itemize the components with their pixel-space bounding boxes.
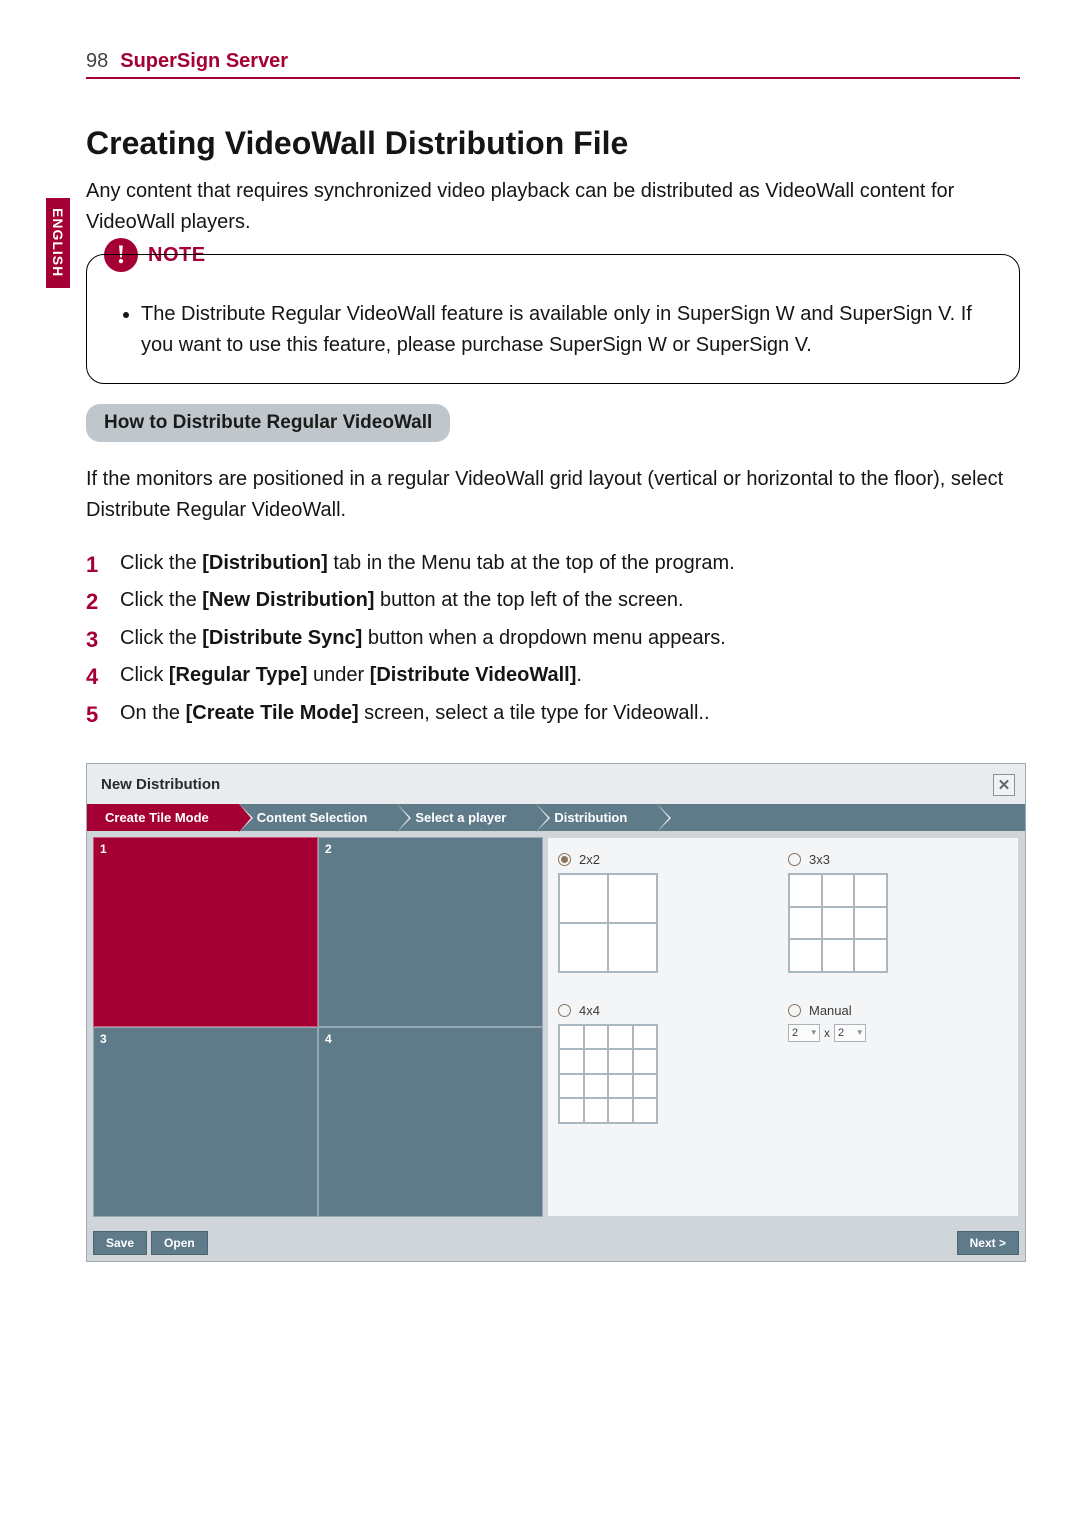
step-number: 4	[86, 658, 106, 695]
tile-preview-cell-4[interactable]: 4	[318, 1027, 543, 1217]
radio-manual[interactable]	[788, 1004, 801, 1017]
grid-thumb-2x2	[558, 873, 658, 973]
save-button[interactable]: Save	[93, 1231, 147, 1255]
procedure-steps: 1 Click the [Distribution] tab in the Me…	[86, 546, 1020, 733]
option-manual: Manual 2▾ x 2▾	[788, 1003, 1008, 1124]
step-text: Click the [Distribution] tab in the Menu…	[120, 546, 735, 583]
tile-preview-cell-1[interactable]: 1	[93, 837, 318, 1027]
step-3: 3 Click the [Distribute Sync] button whe…	[86, 621, 1020, 658]
wizard-step-distribution[interactable]: Distribution	[536, 804, 657, 831]
step-number: 5	[86, 696, 106, 733]
step-number: 2	[86, 583, 106, 620]
wizard-step-select-player[interactable]: Select a player	[397, 804, 536, 831]
language-side-tab: ENGLISH	[46, 198, 70, 288]
option-3x3: 3x3	[788, 852, 1008, 973]
step-number: 1	[86, 546, 106, 583]
step-text: Click the [Distribute Sync] button when …	[120, 621, 726, 658]
step-4: 4 Click [Regular Type] under [Distribute…	[86, 658, 1020, 695]
step-text: On the [Create Tile Mode] screen, select…	[120, 696, 710, 733]
dialog-title: New Distribution	[101, 776, 220, 793]
step-number: 3	[86, 621, 106, 658]
tile-type-options: 2x2 3x3 4x4	[547, 837, 1019, 1217]
running-header: 98 SuperSign Server	[86, 50, 1020, 79]
radio-2x2-label: 2x2	[579, 852, 600, 867]
grid-thumb-4x4	[558, 1024, 658, 1124]
subsection-description: If the monitors are positioned in a regu…	[86, 464, 1020, 526]
open-button[interactable]: Open	[151, 1231, 208, 1255]
radio-3x3-label: 3x3	[809, 852, 830, 867]
option-2x2: 2x2	[558, 852, 778, 973]
subsection-pill: How to Distribute Regular VideoWall	[86, 404, 450, 442]
intro-paragraph: Any content that requires synchronized v…	[86, 176, 1020, 238]
radio-2x2[interactable]	[558, 853, 571, 866]
wizard-steps: Create Tile Mode Content Selection Selec…	[87, 804, 1025, 831]
manual-x-label: x	[824, 1026, 830, 1040]
wizard-step-create-tile-mode[interactable]: Create Tile Mode	[87, 804, 239, 831]
document-page: 98 SuperSign Server Creating VideoWall D…	[0, 0, 1080, 1262]
new-distribution-dialog: New Distribution ✕ Create Tile Mode Cont…	[86, 763, 1026, 1262]
next-button[interactable]: Next >	[957, 1231, 1019, 1255]
radio-4x4[interactable]	[558, 1004, 571, 1017]
radio-3x3[interactable]	[788, 853, 801, 866]
manual-rows-stepper[interactable]: 2▾	[834, 1024, 866, 1042]
step-1: 1 Click the [Distribution] tab in the Me…	[86, 546, 1020, 583]
step-text: Click the [New Distribution] button at t…	[120, 583, 684, 620]
step-5: 5 On the [Create Tile Mode] screen, sele…	[86, 696, 1020, 733]
close-button[interactable]: ✕	[993, 774, 1015, 796]
wizard-tail	[657, 804, 1025, 831]
note-item: The Distribute Regular VideoWall feature…	[141, 299, 997, 361]
header-title: SuperSign Server	[120, 50, 288, 73]
section-heading: Creating VideoWall Distribution File	[86, 125, 1020, 162]
note-callout: ! NOTE The Distribute Regular VideoWall …	[86, 254, 1020, 384]
page-number: 98	[86, 50, 108, 73]
step-2: 2 Click the [New Distribution] button at…	[86, 583, 1020, 620]
radio-4x4-label: 4x4	[579, 1003, 600, 1018]
tile-preview-grid: 1 2 3 4	[93, 837, 543, 1217]
tile-preview-cell-3[interactable]: 3	[93, 1027, 318, 1217]
tile-preview-cell-2[interactable]: 2	[318, 837, 543, 1027]
grid-thumb-3x3	[788, 873, 888, 973]
step-text: Click [Regular Type] under [Distribute V…	[120, 658, 582, 695]
wizard-step-content-selection[interactable]: Content Selection	[239, 804, 398, 831]
option-4x4: 4x4	[558, 1003, 778, 1124]
radio-manual-label: Manual	[809, 1003, 852, 1018]
manual-cols-stepper[interactable]: 2▾	[788, 1024, 820, 1042]
